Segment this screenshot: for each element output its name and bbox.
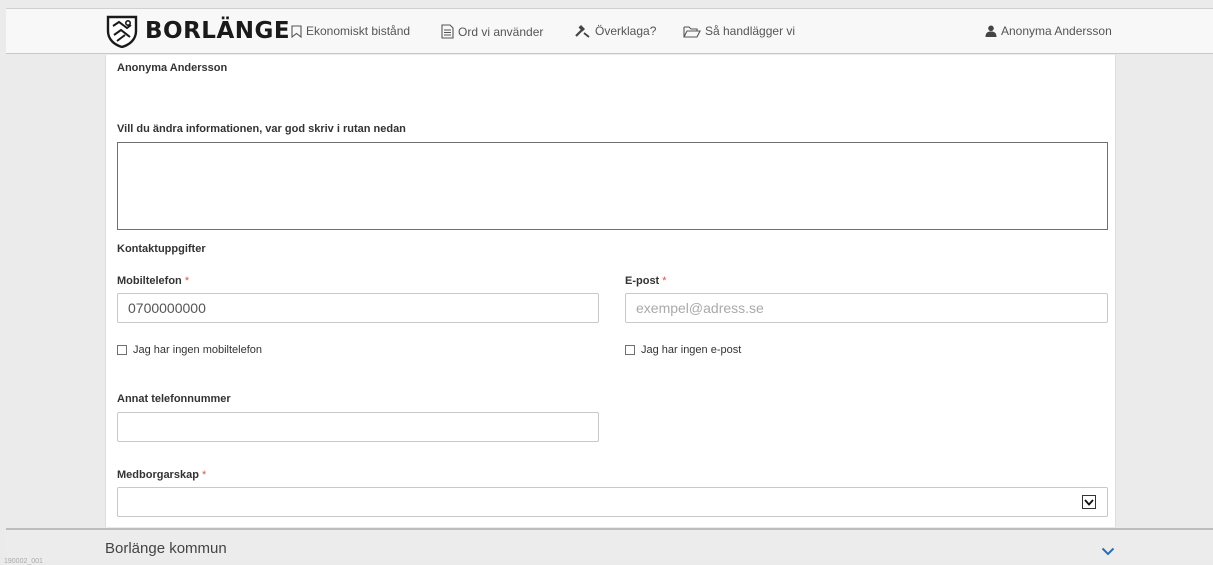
coat-of-arms-icon	[106, 15, 138, 48]
gavel-icon	[575, 25, 590, 38]
mobile-label-text: Mobiltelefon	[117, 275, 182, 287]
nav-label: Ord vi använder	[458, 24, 544, 39]
brand-name: BORLÄNGE	[145, 18, 291, 44]
dropdown-arrow-icon[interactable]	[1082, 495, 1096, 509]
nav-ord-vi-anvander[interactable]: Ord vi använder	[441, 24, 543, 39]
folder-open-icon	[683, 25, 701, 38]
email-input[interactable]: exempel@adress.se	[625, 293, 1108, 323]
nav-label: Så handlägger vi	[705, 24, 796, 38]
no-email-checkbox[interactable]: Jag har ingen e-post	[625, 344, 741, 356]
email-placeholder: exempel@adress.se	[636, 300, 764, 316]
nav-ekonomiskt-bistand[interactable]: Ekonomiskt bistånd	[291, 24, 410, 38]
no-email-label: Jag har ingen e-post	[641, 344, 742, 356]
email-label: E-post *	[625, 275, 667, 287]
nav-label: Ekonomiskt bistånd	[306, 24, 411, 38]
no-mobile-checkbox[interactable]: Jag har ingen mobiltelefon	[117, 344, 262, 356]
contact-heading: Kontaktuppgifter	[117, 243, 206, 255]
page-id: 190002_001	[4, 558, 43, 565]
applicant-name: Anonyma Andersson	[117, 62, 228, 74]
chevron-down-icon[interactable]	[1101, 543, 1115, 561]
bookmark-icon	[291, 24, 302, 38]
footer-bar: Borlänge kommun	[6, 528, 1213, 561]
required-marker: *	[662, 275, 667, 287]
mobile-input[interactable]: 0700000000	[117, 293, 599, 323]
form-panel: Anonyma Andersson Vill du ändra informat…	[105, 55, 1116, 527]
citizenship-label: Medborgarskap *	[117, 469, 206, 481]
change-info-textarea[interactable]	[117, 142, 1108, 230]
mobile-label: Mobiltelefon *	[117, 275, 189, 287]
footer-title: Borlänge kommun	[105, 540, 227, 557]
email-label-text: E-post	[625, 275, 660, 287]
user-name: Anonyma Andersson	[1001, 24, 1112, 38]
checkbox-box[interactable]	[117, 345, 127, 355]
user-menu[interactable]: Anonyma Andersson	[985, 24, 1112, 38]
user-icon	[985, 25, 997, 37]
citizenship-label-text: Medborgarskap	[117, 469, 199, 481]
change-info-label: Vill du ändra informationen, var god skr…	[117, 123, 406, 135]
top-navigation-bar: BORLÄNGE Ekonomiskt bistånd Ord vi använ…	[6, 8, 1213, 54]
nav-sa-handlagger-vi[interactable]: Så handlägger vi	[683, 24, 795, 38]
required-marker: *	[184, 275, 190, 287]
document-icon	[441, 24, 454, 39]
citizenship-select[interactable]	[117, 487, 1108, 517]
checkbox-box[interactable]	[625, 345, 635, 355]
borlange-logo[interactable]: BORLÄNGE	[105, 13, 290, 49]
nav-label: Överklaga?	[595, 24, 657, 38]
other-phone-label: Annat telefonnummer	[117, 393, 231, 405]
nav-overklaga[interactable]: Överklaga?	[575, 24, 656, 38]
no-mobile-label: Jag har ingen mobiltelefon	[133, 344, 263, 356]
required-marker: *	[201, 469, 207, 481]
other-phone-input[interactable]	[117, 412, 599, 442]
